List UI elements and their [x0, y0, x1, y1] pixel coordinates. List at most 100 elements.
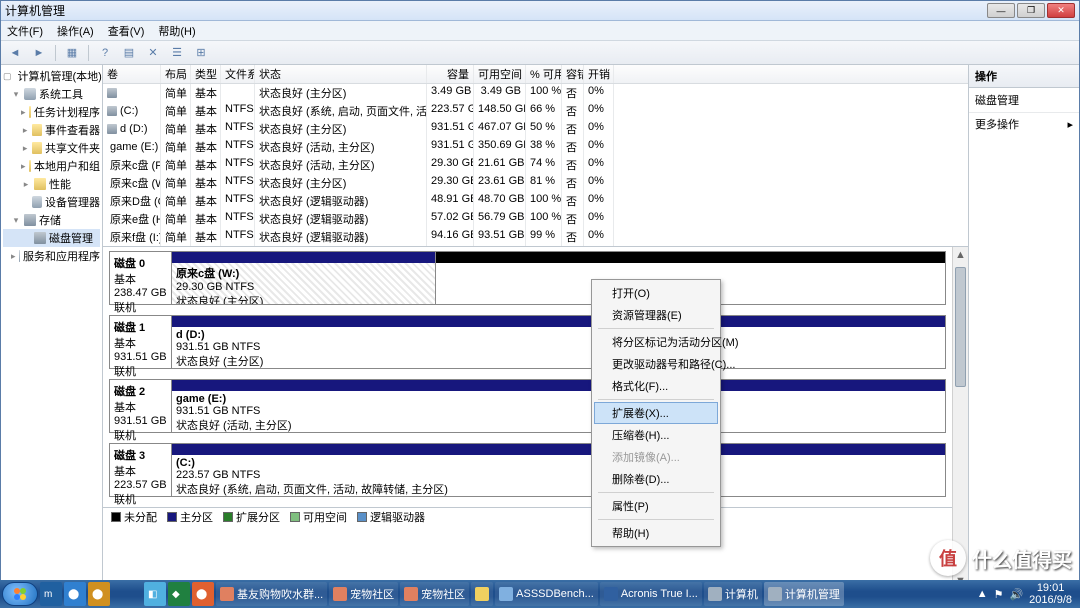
- tray-icon[interactable]: ▲: [977, 588, 988, 600]
- ctx-delete[interactable]: 删除卷(D)...: [594, 468, 718, 490]
- table-row[interactable]: (C:)简单基本NTFS状态良好 (系统, 启动, 页面文件, 活动, 故障转储…: [103, 102, 968, 120]
- taskbar-app-2[interactable]: 宠物社区: [329, 582, 398, 606]
- disk-row[interactable]: 磁盘 1基本931.51 GB联机d (D:)931.51 GB NTFS状态良…: [109, 315, 946, 369]
- maximize-button[interactable]: ❐: [1017, 3, 1045, 18]
- tree-services[interactable]: 服务和应用程序: [23, 248, 100, 264]
- ctx-change-letter[interactable]: 更改驱动器号和路径(C)...: [594, 353, 718, 375]
- tree-users[interactable]: 本地用户和组: [34, 158, 100, 174]
- ctx-extend[interactable]: 扩展卷(X)...: [594, 402, 718, 424]
- taskbar-app-8[interactable]: 计算机管理: [764, 582, 844, 606]
- taskbar-pin-3[interactable]: ⬤: [88, 582, 110, 606]
- col-fs[interactable]: 文件系统: [221, 65, 255, 83]
- table-row[interactable]: 简单基本状态良好 (主分区)3.49 GB3.49 GB100 %否0%: [103, 84, 968, 102]
- context-menu[interactable]: 打开(O) 资源管理器(E) 将分区标记为活动分区(M) 更改驱动器号和路径(C…: [591, 279, 721, 547]
- actions-more[interactable]: 更多操作▸: [969, 113, 1079, 135]
- col-pct[interactable]: % 可用: [526, 65, 562, 83]
- col-volume[interactable]: 卷: [103, 65, 161, 83]
- disk-row[interactable]: 磁盘 2基本931.51 GB联机game (E:)931.51 GB NTFS…: [109, 379, 946, 433]
- tree-event[interactable]: 事件查看器: [45, 122, 100, 138]
- clock-time[interactable]: 19:01: [1029, 582, 1072, 594]
- table-row[interactable]: d (D:)简单基本NTFS状态良好 (主分区)931.51 GB467.07 …: [103, 120, 968, 138]
- titlebar[interactable]: 计算机管理 — ❐ ✕: [1, 1, 1079, 21]
- tree-systools[interactable]: 系统工具: [39, 86, 83, 102]
- close-button[interactable]: ✕: [1047, 3, 1075, 18]
- system-tray[interactable]: ▲ ⚑ 🔊 19:01 2016/9/8: [971, 582, 1078, 606]
- col-type[interactable]: 类型: [191, 65, 221, 83]
- forward-button[interactable]: ►: [29, 43, 49, 63]
- table-row[interactable]: 原来c盘 (F:)简单基本NTFS状态良好 (活动, 主分区)29.30 GB2…: [103, 156, 968, 174]
- menubar: 文件(F) 操作(A) 查看(V) 帮助(H): [1, 21, 1079, 41]
- ctx-open[interactable]: 打开(O): [594, 282, 718, 304]
- detail-icon[interactable]: ⊞: [191, 43, 211, 63]
- tree-perf[interactable]: 性能: [49, 176, 71, 192]
- disk-label[interactable]: 磁盘 3基本223.57 GB联机: [110, 444, 172, 496]
- clock-date[interactable]: 2016/9/8: [1029, 594, 1072, 606]
- tray-icon[interactable]: 🔊: [1009, 588, 1023, 601]
- disk-label[interactable]: 磁盘 2基本931.51 GB联机: [110, 380, 172, 432]
- tree-storage[interactable]: 存储: [39, 212, 61, 228]
- disk-row[interactable]: 磁盘 3基本223.57 GB联机(C:)223.57 GB NTFS状态良好 …: [109, 443, 946, 497]
- scroll-thumb[interactable]: [955, 267, 966, 387]
- menu-view[interactable]: 查看(V): [108, 23, 145, 39]
- disk-row[interactable]: 磁盘 0基本238.47 GB联机原来c盘 (W:)29.30 GB NTFS状…: [109, 251, 946, 305]
- taskbar-pin-6[interactable]: ⬤: [192, 582, 214, 606]
- disk-label[interactable]: 磁盘 0基本238.47 GB联机: [110, 252, 172, 304]
- menu-file[interactable]: 文件(F): [7, 23, 43, 39]
- taskbar-app-6[interactable]: Acronis True I...: [600, 582, 702, 606]
- table-row[interactable]: game (E:)简单基本NTFS状态良好 (活动, 主分区)931.51 GB…: [103, 138, 968, 156]
- actions-section[interactable]: 磁盘管理: [969, 88, 1079, 113]
- nav-tree[interactable]: ▢计算机管理(本地) ▾系统工具 ▸任务计划程序 ▸事件查看器 ▸共享文件夹 ▸…: [1, 65, 103, 607]
- taskbar-pin-2[interactable]: ⬤: [64, 582, 86, 606]
- disk-scrollbar[interactable]: ▲ ▼: [952, 247, 968, 589]
- partition[interactable]: (C:)223.57 GB NTFS状态良好 (系统, 启动, 页面文件, 活动…: [172, 444, 945, 496]
- taskbar-app-5[interactable]: ASSSDBench...: [495, 582, 598, 606]
- taskbar-pin-5[interactable]: ◆: [168, 582, 190, 606]
- volume-list[interactable]: 卷 布局 类型 文件系统 状态 容量 可用空间 % 可用 容错 开销 简单基本状…: [103, 65, 968, 247]
- refresh-icon[interactable]: ✕: [143, 43, 163, 63]
- table-row[interactable]: 原来D盘 (G:)简单基本NTFS状态良好 (逻辑驱动器)48.91 GB48.…: [103, 192, 968, 210]
- col-cap[interactable]: 容量: [427, 65, 474, 83]
- help-icon[interactable]: ?: [95, 43, 115, 63]
- disk-label[interactable]: 磁盘 1基本931.51 GB联机: [110, 316, 172, 368]
- ctx-help[interactable]: 帮助(H): [594, 522, 718, 544]
- table-row[interactable]: 原来c盘 (W:)简单基本NTFS状态良好 (主分区)29.30 GB23.61…: [103, 174, 968, 192]
- scroll-up-icon[interactable]: ▲: [953, 247, 968, 263]
- partition[interactable]: 原来c盘 (W:)29.30 GB NTFS状态良好 (主分区): [172, 252, 436, 304]
- props-icon[interactable]: ▤: [119, 43, 139, 63]
- taskbar[interactable]: m ⬤ ⬤ ◧ ◆ ⬤ 基友购物吹水群... 宠物社区 宠物社区 ASSSDBe…: [0, 580, 1080, 608]
- tree-task[interactable]: 任务计划程序: [34, 104, 100, 120]
- col-status[interactable]: 状态: [255, 65, 427, 83]
- tree-share[interactable]: 共享文件夹: [45, 140, 100, 156]
- taskbar-app-1[interactable]: 基友购物吹水群...: [216, 582, 327, 606]
- col-layout[interactable]: 布局: [161, 65, 191, 83]
- ctx-shrink[interactable]: 压缩卷(H)...: [594, 424, 718, 446]
- taskbar-app-4[interactable]: [471, 582, 493, 606]
- minimize-button[interactable]: —: [987, 3, 1015, 18]
- ctx-props[interactable]: 属性(P): [594, 495, 718, 517]
- partition[interactable]: d (D:)931.51 GB NTFS状态良好 (主分区): [172, 316, 945, 368]
- table-row[interactable]: 原来f盘 (I:)简单基本NTFS状态良好 (逻辑驱动器)94.16 GB93.…: [103, 228, 968, 246]
- col-fault[interactable]: 容错: [562, 65, 584, 83]
- tray-icon[interactable]: ⚑: [994, 588, 1004, 601]
- ctx-explorer[interactable]: 资源管理器(E): [594, 304, 718, 326]
- list-icon[interactable]: ☰: [167, 43, 187, 63]
- start-button[interactable]: [2, 582, 38, 606]
- taskbar-app-3[interactable]: 宠物社区: [400, 582, 469, 606]
- taskbar-app-7[interactable]: 计算机: [704, 582, 762, 606]
- taskbar-pin-4[interactable]: ◧: [144, 582, 166, 606]
- tree-diskmgmt[interactable]: 磁盘管理: [49, 230, 93, 246]
- back-button[interactable]: ◄: [5, 43, 25, 63]
- disk-graphical-area[interactable]: 磁盘 0基本238.47 GB联机原来c盘 (W:)29.30 GB NTFS状…: [103, 247, 968, 607]
- taskbar-pin-1[interactable]: m: [40, 582, 62, 606]
- view-menu-button[interactable]: ▦: [62, 43, 82, 63]
- menu-action[interactable]: 操作(A): [57, 23, 94, 39]
- tree-device[interactable]: 设备管理器: [45, 194, 100, 210]
- ctx-format[interactable]: 格式化(F)...: [594, 375, 718, 397]
- table-row[interactable]: 原来e盘 (H:)简单基本NTFS状态良好 (逻辑驱动器)57.02 GB56.…: [103, 210, 968, 228]
- menu-help[interactable]: 帮助(H): [158, 23, 195, 39]
- ctx-mark-active[interactable]: 将分区标记为活动分区(M): [594, 331, 718, 353]
- col-ovh[interactable]: 开销: [584, 65, 614, 83]
- col-free[interactable]: 可用空间: [474, 65, 526, 83]
- partition[interactable]: game (E:)931.51 GB NTFS状态良好 (活动, 主分区): [172, 380, 945, 432]
- tree-root[interactable]: 计算机管理(本地): [18, 68, 102, 84]
